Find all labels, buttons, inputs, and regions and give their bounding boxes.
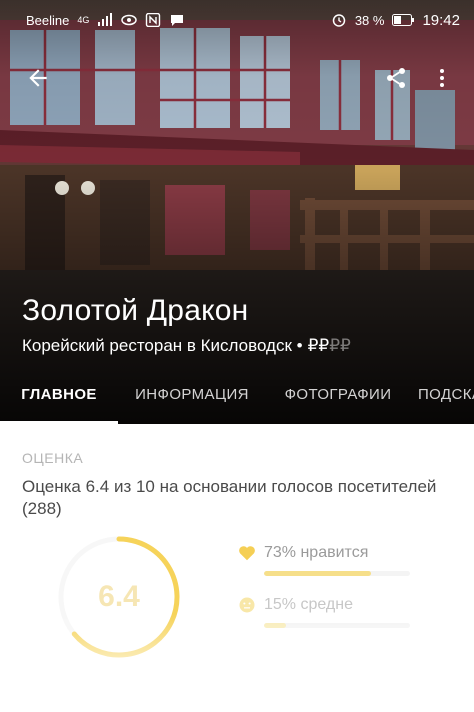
more-button[interactable] xyxy=(426,62,458,94)
arrow-left-icon xyxy=(29,69,47,87)
tab-bar: ГЛАВНОЕ ИНФОРМАЦИЯ ФОТОГРАФИИ ПОДСКАЗКИ xyxy=(0,364,474,424)
alarm-icon xyxy=(332,14,346,27)
neutral-face-icon xyxy=(239,597,255,613)
chat-icon xyxy=(171,15,184,26)
share-icon xyxy=(387,68,405,88)
tab-info[interactable]: ИНФОРМАЦИЯ xyxy=(118,364,266,424)
share-button[interactable] xyxy=(380,62,412,94)
venue-category: Корейский ресторан в Кисловодск • xyxy=(22,336,303,355)
metric-like-label: 73% нравится xyxy=(264,544,369,561)
metric-neutral-label: 15% средне xyxy=(264,596,353,613)
hero-image: Beeline 4G 38 % 19:42 Золотой Дракон Кор… xyxy=(0,0,474,424)
tab-tips[interactable]: ПОДСКАЗКИ xyxy=(410,364,474,424)
battery-label: 38 % xyxy=(354,12,385,28)
metric-like-bar xyxy=(264,571,410,576)
tab-photos[interactable]: ФОТОГРАФИИ xyxy=(266,364,410,424)
venue-name: Золотой Дракон xyxy=(22,294,249,327)
nfc-icon xyxy=(146,13,161,27)
battery-icon xyxy=(392,14,415,26)
venue-category-line: Корейский ресторан в Кисловодск • ₽₽ ₽₽ xyxy=(22,336,351,356)
status-bar: Beeline 4G 38 % 19:42 xyxy=(0,0,474,40)
section-label: ОЦЕНКА xyxy=(22,450,84,466)
rating-description: Оценка 6.4 из 10 на основании голосов по… xyxy=(22,477,437,518)
more-vertical-icon xyxy=(440,69,444,87)
heart-icon xyxy=(239,546,255,561)
back-button[interactable] xyxy=(22,62,54,94)
metric-like-fill xyxy=(264,571,371,576)
metric-like: 73% нравится xyxy=(238,542,410,576)
eye-icon xyxy=(121,14,138,26)
price-level-active: ₽₽ xyxy=(307,336,330,355)
carrier-label: Beeline xyxy=(26,12,70,28)
app-bar xyxy=(0,54,474,102)
signal-icon xyxy=(98,13,113,26)
network-label: 4G xyxy=(77,15,90,25)
rating-section: ОЦЕНКА Оценка 6.4 из 10 на основании гол… xyxy=(0,424,474,712)
clock-label: 19:42 xyxy=(422,11,460,29)
price-level-inactive: ₽₽ xyxy=(329,336,351,355)
content-fade xyxy=(0,614,474,712)
tab-main[interactable]: ГЛАВНОЕ xyxy=(0,364,118,424)
